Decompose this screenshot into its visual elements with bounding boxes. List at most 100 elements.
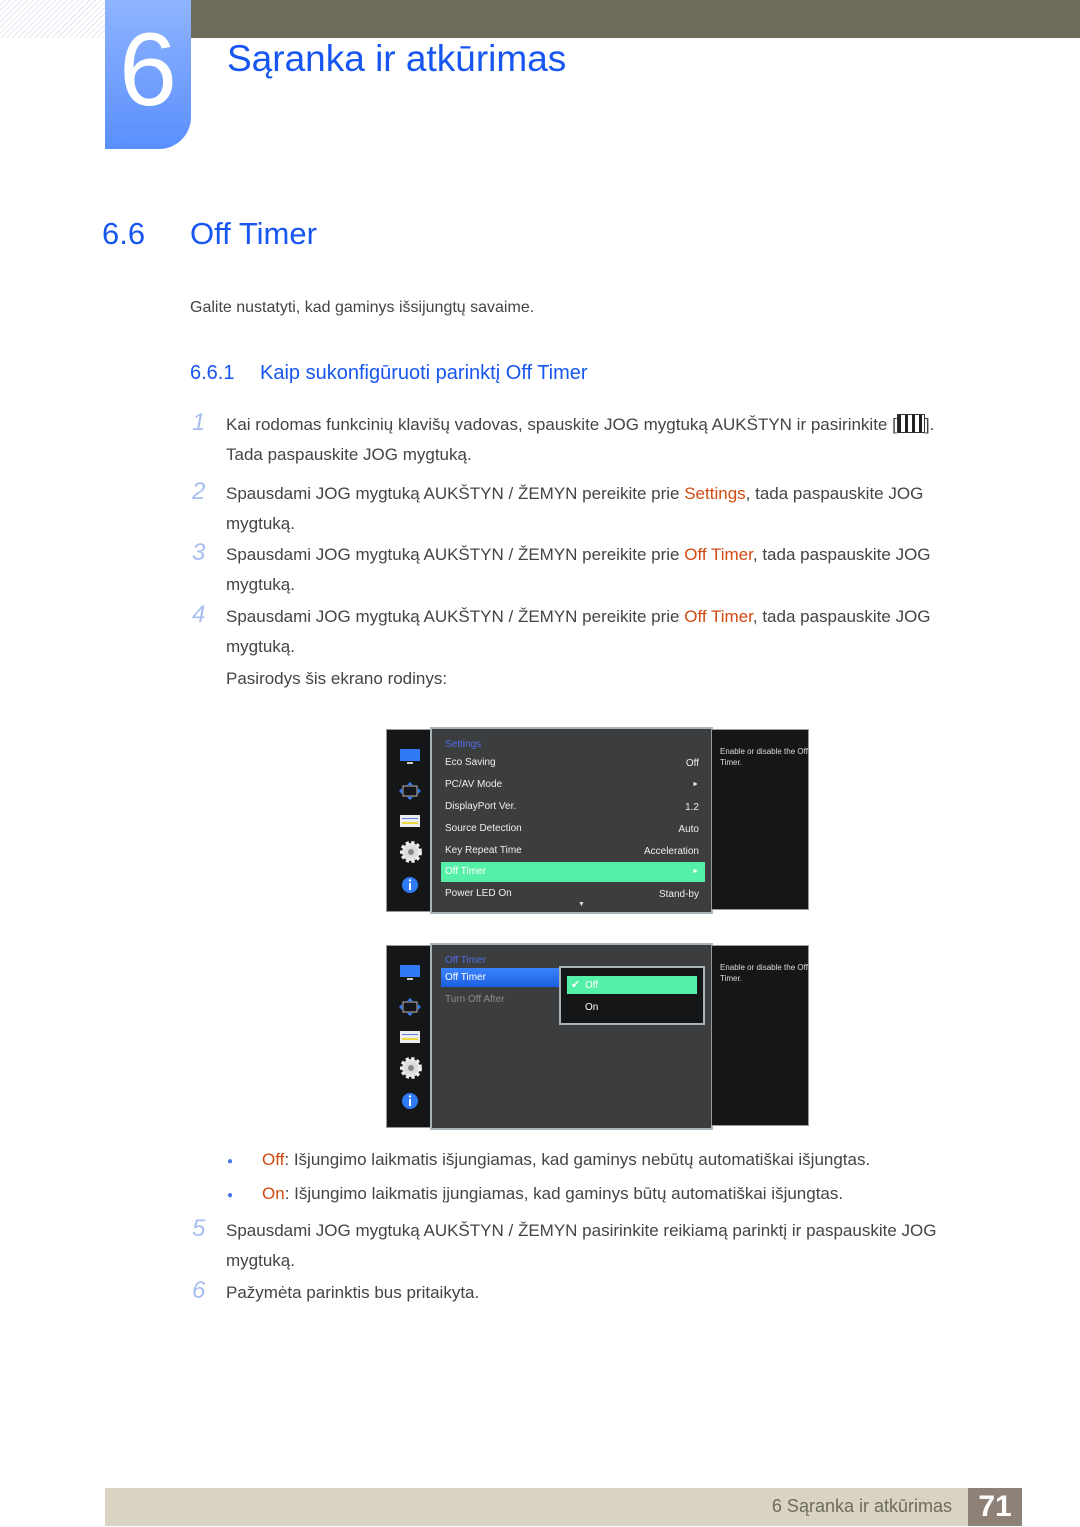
- step-number: 1: [192, 409, 206, 436]
- menu-item-source-detection[interactable]: Source Detection Auto: [441, 819, 705, 839]
- menu-item-pc-av-mode[interactable]: PC/AV Mode ►: [441, 775, 705, 795]
- menu-item-label: Turn Off After: [445, 994, 505, 1005]
- menu-item-label: Eco Saving: [445, 757, 496, 768]
- step-text: Spausdami JOG mygtuką AUKŠTYN / ŽEMYN pe…: [226, 607, 685, 626]
- info-icon: [399, 1092, 421, 1110]
- highlight-term: Off: [262, 1150, 285, 1169]
- onscreen-display-icon: [399, 998, 421, 1016]
- bullet-text: : Išjungimo laikmatis įjungiamas, kad ga…: [284, 1184, 844, 1203]
- step-number: 2: [192, 478, 206, 505]
- section-intro: Galite nustatyti, kad gaminys išsijungtų…: [190, 299, 535, 316]
- osd-sidebar: [386, 945, 432, 1128]
- menu-item-off-timer[interactable]: Off Timer: [441, 968, 559, 987]
- menu-item-off-timer[interactable]: Off Timer ►: [441, 862, 705, 882]
- highlight-term: Off Timer: [684, 545, 753, 564]
- menu-item-label: Source Detection: [445, 823, 522, 834]
- checkmark-icon: ✔: [571, 979, 581, 991]
- menu-item-value: Auto: [678, 824, 699, 835]
- menu-item-displayport-ver[interactable]: DisplayPort Ver. 1.2: [441, 797, 705, 817]
- step-text: mygtuką.: [226, 637, 295, 656]
- menu-item-value: 1.2: [685, 802, 699, 813]
- osd-help-panel: Enable or disable the Off Timer.: [711, 729, 809, 910]
- highlight-term: Settings: [684, 484, 746, 503]
- menu-item-value: Stand-by: [658, 889, 699, 900]
- menu-item-label: PC/AV Mode: [445, 779, 503, 790]
- picture-icon: [399, 964, 421, 982]
- step-4: 4 Spausdami JOG mygtuką AUKŠTYN / ŽEMYN …: [192, 601, 976, 696]
- step-text: mygtuką.: [226, 575, 295, 594]
- subsection-title: 6.6.1 Kaip sukonfigūruoti parinktį Off Ti…: [190, 362, 588, 385]
- option-off[interactable]: ✔ Off: [567, 976, 697, 994]
- step-text: , tada paspauskite JOG: [752, 545, 931, 564]
- step-text: Kai rodomas funkcinių klavišų vadovas, s…: [226, 415, 897, 434]
- menu-item-label: Key Repeat Time: [445, 845, 522, 856]
- highlight-term: On: [262, 1184, 285, 1203]
- bullet-dot: ●: [227, 1156, 234, 1167]
- menu-grid-icon: [896, 414, 925, 433]
- menu-item-label: Off Timer: [445, 866, 486, 877]
- system-icon: [399, 814, 421, 832]
- option-on[interactable]: On: [567, 998, 697, 1016]
- section-title: 6.6 Off Timer: [102, 216, 317, 252]
- step-6: 6 Pažymėta parinktis bus pritaikyta.: [192, 1277, 976, 1308]
- off-timer-dropdown: ✔ Off On: [559, 966, 705, 1025]
- picture-icon: [399, 748, 421, 766]
- step-1: 1 Kai rodomas funkcinių klavišų vadovas,…: [192, 409, 976, 470]
- osd-menu-panel: Off Timer Off Timer Turn Off After ✔ Off …: [430, 943, 713, 1130]
- step-number: 3: [192, 539, 206, 566]
- menu-item-key-repeat-time[interactable]: Key Repeat Time Acceleration: [441, 841, 705, 861]
- step-text: ].: [924, 415, 935, 434]
- menu-item-eco-saving[interactable]: Eco Saving Off: [441, 753, 705, 773]
- osd-menu-title: Settings: [445, 739, 482, 750]
- footer-chapter: 6 Sąranka ir atkūrimas: [771, 1496, 952, 1516]
- step-text: Spausdami JOG mygtuką AUKŠTYN / ŽEMYN pe…: [226, 484, 685, 503]
- step-text: mygtuką.: [226, 514, 295, 533]
- step-number: 5: [192, 1215, 206, 1242]
- osd-menu-panel: Settings Eco Saving Off PC/AV Mode ► Displ…: [430, 727, 713, 914]
- step-5: 5 Spausdami JOG mygtuką AUKŠTYN / ŽEMYN …: [192, 1215, 976, 1276]
- menu-item-label: Power LED On: [445, 888, 512, 899]
- step-number: 6: [192, 1277, 206, 1304]
- step-text: Tada paspauskite JOG mygtuką.: [226, 445, 472, 464]
- menu-item-power-led-on[interactable]: Power LED On Stand-by: [441, 884, 705, 904]
- highlight-term: Off Timer: [684, 607, 753, 626]
- bullet-dot: ●: [227, 1190, 234, 1201]
- section-number: 6.6: [102, 216, 146, 251]
- step-text: , tada paspauskite JOG: [745, 484, 924, 503]
- step-number: 4: [192, 601, 206, 628]
- step-text: Spausdami JOG mygtuką AUKŠTYN / ŽEMYN pa…: [226, 1221, 937, 1240]
- scroll-down-icon[interactable]: ▼: [578, 901, 585, 908]
- subsection-number: 6.6.1: [190, 362, 235, 384]
- option-label: Off: [585, 980, 599, 991]
- step-2: 2 Spausdami JOG mygtuką AUKŠTYN / ŽEMYN …: [192, 478, 976, 539]
- subsection-title-text: Kaip sukonfigūruoti parinktį Off Timer: [260, 362, 588, 384]
- osd-help-text: Enable or disable the Off Timer.: [720, 747, 808, 767]
- step-text: Pažymėta parinktis bus pritaikyta.: [226, 1283, 480, 1302]
- chapter-title: Sąranka ir atkūrimas: [227, 38, 567, 79]
- chapter-number: 6: [105, 0, 191, 149]
- info-icon: [399, 876, 421, 894]
- step-text: mygtuką.: [226, 1251, 295, 1270]
- menu-item-label: Off Timer: [445, 972, 486, 983]
- step-text: , tada paspauskite JOG: [752, 607, 931, 626]
- menu-item-label: DisplayPort Ver.: [445, 801, 517, 812]
- submenu-arrow-icon: ►: [692, 781, 699, 788]
- osd-help-text: Enable or disable the Off Timer.: [720, 963, 808, 983]
- option-label: On: [585, 1002, 599, 1013]
- submenu-arrow-icon: ►: [692, 868, 699, 875]
- header-hatch: [0, 0, 105, 38]
- menu-item-turn-off-after[interactable]: Turn Off After: [441, 990, 559, 1009]
- system-icon: [399, 1030, 421, 1048]
- osd-help-panel: Enable or disable the Off Timer.: [711, 945, 809, 1126]
- settings-gear-icon: [399, 1056, 422, 1079]
- step-3: 3 Spausdami JOG mygtuką AUKŠTYN / ŽEMYN …: [192, 539, 976, 600]
- settings-gear-icon: [399, 840, 422, 863]
- osd-menu-title: Off Timer: [445, 955, 486, 966]
- page-number: 71: [968, 1488, 1022, 1526]
- osd-sidebar: [386, 729, 432, 912]
- header-bar: [190, 0, 1080, 38]
- bullet-text: : Išjungimo laikmatis išjungiamas, kad g…: [284, 1150, 871, 1169]
- section-title-text: Off Timer: [190, 216, 317, 251]
- onscreen-display-icon: [399, 782, 421, 800]
- step-text: Spausdami JOG mygtuką AUKŠTYN / ŽEMYN pe…: [226, 545, 685, 564]
